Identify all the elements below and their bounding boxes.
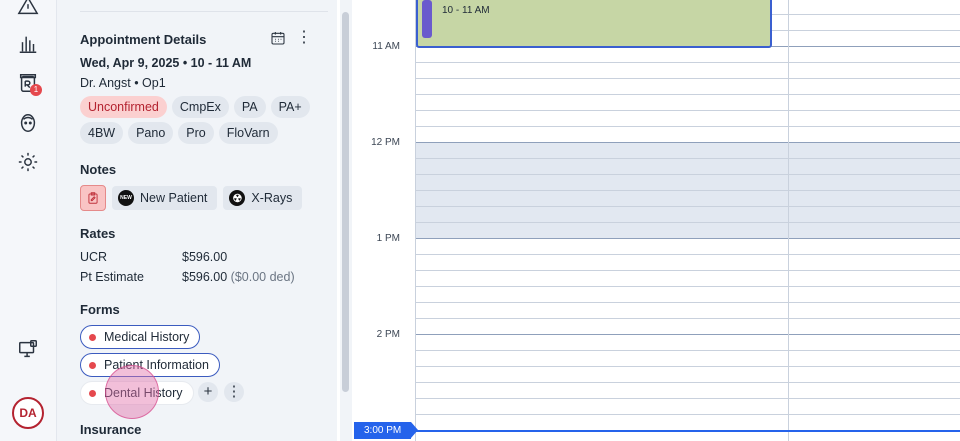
forms-title: Forms <box>80 302 120 317</box>
add-form-button[interactable]: + <box>198 382 218 402</box>
panel-scrollbar[interactable] <box>340 0 352 441</box>
column-divider <box>788 0 789 441</box>
hour-line <box>416 334 960 335</box>
divider <box>80 11 328 12</box>
notes-row: NEW New Patient ☢ X-Rays <box>80 185 303 211</box>
click-indicator <box>105 365 159 419</box>
time-label-12pm: 12 PM <box>371 137 400 148</box>
note-new-patient[interactable]: NEW New Patient <box>112 186 218 210</box>
tag-row-1: Unconfirmed CmpEx PA PA+ <box>80 96 310 118</box>
slot-line <box>416 366 960 367</box>
form-label: Medical History <box>104 330 190 344</box>
time-label-1pm: 1 PM <box>376 233 400 244</box>
alert-triangle-icon[interactable] <box>16 0 40 18</box>
slot-line <box>416 414 960 415</box>
scrollbar-thumb[interactable] <box>342 12 349 392</box>
tag-pro[interactable]: Pro <box>178 122 214 144</box>
slot-line <box>416 110 960 111</box>
slot-line <box>416 318 960 319</box>
notification-badge: 1 <box>30 84 42 96</box>
status-dot <box>89 361 96 369</box>
appointment-block[interactable]: 10 - 11 AM <box>416 0 772 48</box>
current-time-line <box>416 430 960 432</box>
slot-line <box>416 78 960 79</box>
nav-rail: 1 DA <box>0 0 57 441</box>
current-time-label: 3:00 PM <box>354 422 419 439</box>
radiation-icon: ☢ <box>229 190 246 206</box>
appointment-header-actions: ⋮ <box>270 30 312 46</box>
slot-line <box>416 286 960 287</box>
pt-estimate-label: Pt Estimate <box>80 270 144 284</box>
slot-line <box>416 222 960 223</box>
form-medical-history[interactable]: Medical History <box>80 325 201 349</box>
tag-pa[interactable]: PA <box>233 96 266 118</box>
slot-line <box>416 126 960 127</box>
new-badge-icon: NEW <box>118 190 134 206</box>
tag-4bw[interactable]: 4BW <box>80 122 124 144</box>
clipboard-icon[interactable] <box>80 185 106 211</box>
appointment-provider: Dr. Angst • Op1 <box>80 76 166 90</box>
avatar[interactable]: DA <box>12 397 44 429</box>
note-label: X-Rays <box>251 191 293 205</box>
slot-line <box>416 206 960 207</box>
calendar-icon[interactable] <box>270 30 286 46</box>
tag-pa-plus[interactable]: PA+ <box>270 96 310 118</box>
notes-title: Notes <box>80 162 117 177</box>
appointment-details-title: Appointment Details <box>80 32 207 47</box>
tag-flovarn[interactable]: FloVarn <box>218 122 278 144</box>
appointment-date-time: Wed, Apr 9, 2025 • 10 - 11 AM <box>80 56 252 70</box>
note-label: New Patient <box>140 191 208 205</box>
gear-icon[interactable] <box>16 150 40 174</box>
status-dot <box>89 333 96 341</box>
slot-line <box>416 270 960 271</box>
note-x-rays[interactable]: ☢ X-Rays <box>223 186 303 210</box>
prescription-icon[interactable]: 1 <box>16 71 42 96</box>
slot-line <box>416 302 960 303</box>
hour-line <box>416 238 960 239</box>
tag-unconfirmed[interactable]: Unconfirmed <box>80 96 167 118</box>
insurance-title: Insurance <box>80 422 142 437</box>
appointment-block-time: 10 - 11 AM <box>442 5 490 16</box>
appointment-details-panel: Appointment Details ⋮ Wed, Apr 9, 2025 •… <box>57 0 337 441</box>
slot-line <box>416 254 960 255</box>
slot-line <box>416 190 960 191</box>
slot-line <box>416 94 960 95</box>
more-options-icon[interactable]: ⋮ <box>296 30 312 46</box>
pt-estimate-deductible: ($0.00 ded) <box>230 270 295 284</box>
forms-more-button[interactable]: ⋮ <box>224 382 244 402</box>
ucr-label: UCR <box>80 250 108 264</box>
time-label-2pm: 2 PM <box>376 329 400 340</box>
slot-line <box>416 382 960 383</box>
tag-pano[interactable]: Pano <box>128 122 174 144</box>
rates-title: Rates <box>80 226 116 241</box>
ucr-value: $596.00 <box>182 250 228 264</box>
slot-line <box>416 350 960 351</box>
tag-row-2: 4BW Pano Pro FloVarn <box>80 122 278 144</box>
slot-line <box>416 398 960 399</box>
patient-head-icon[interactable] <box>16 111 40 135</box>
calendar-day-view: 11 AM 12 PM 1 PM 2 PM 10 - 11 AM 3:00 PM <box>352 0 960 441</box>
pt-estimate-value: $596.00 ($0.00 ded) <box>182 270 295 284</box>
monitor-settings-icon[interactable] <box>16 337 40 361</box>
slot-line <box>416 158 960 159</box>
pt-estimate-amount: $596.00 <box>182 270 228 284</box>
slot-line <box>416 174 960 175</box>
time-label-11am: 11 AM <box>372 41 400 52</box>
bar-chart-icon[interactable] <box>16 32 40 56</box>
appointment-status-bar <box>422 0 432 38</box>
hour-line <box>416 142 960 143</box>
status-dot <box>89 389 96 397</box>
tag-cmpex[interactable]: CmpEx <box>171 96 229 118</box>
slot-line <box>416 62 960 63</box>
